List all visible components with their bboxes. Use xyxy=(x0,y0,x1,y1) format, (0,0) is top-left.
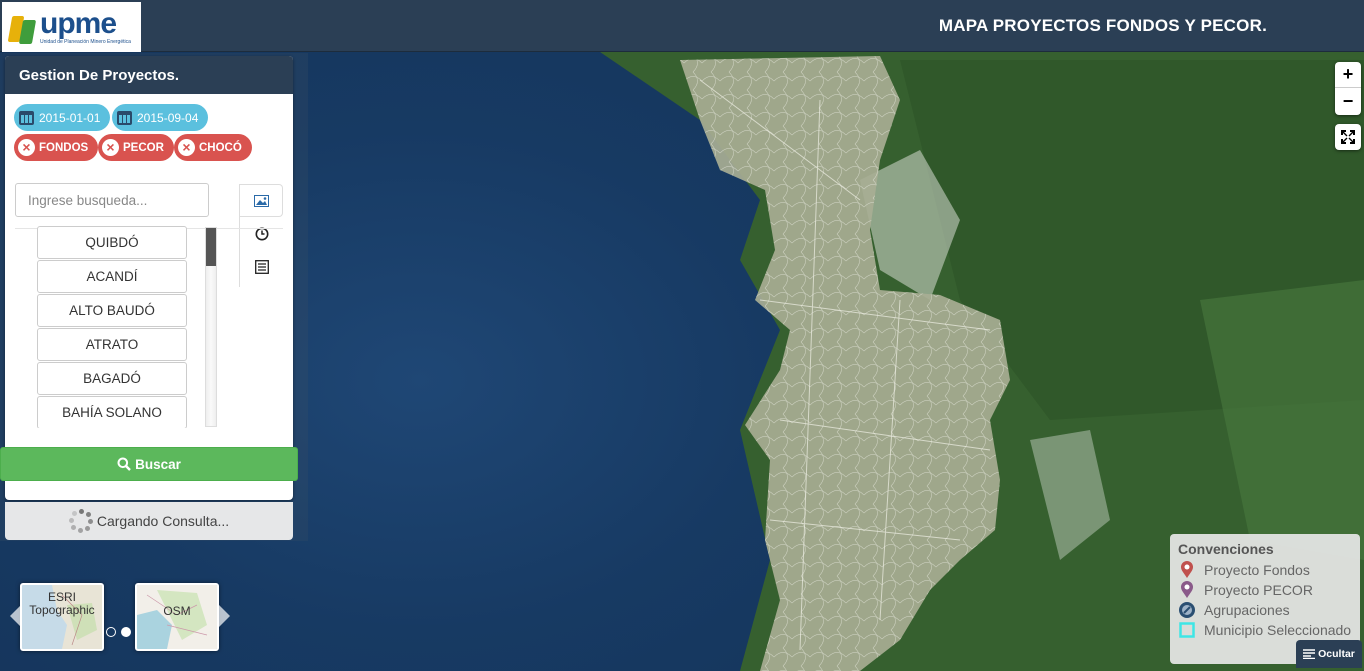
list-item[interactable]: QUIBDÓ xyxy=(37,226,187,259)
legend-label: Proyecto Fondos xyxy=(1204,562,1310,578)
fullscreen-button[interactable] xyxy=(1335,124,1361,150)
filter-chip-fondos[interactable]: × FONDOS xyxy=(14,134,99,161)
logo-word: upme xyxy=(40,7,117,40)
top-bar: upme Unidad de Planeación Minero Energét… xyxy=(0,0,1364,52)
scrollbar-thumb[interactable] xyxy=(206,228,216,266)
marker-red-icon xyxy=(1178,561,1196,579)
legend-item: Municipio Seleccionado xyxy=(1178,620,1352,640)
page-title: MAPA PROYECTOS FONDOS Y PECOR. xyxy=(938,16,1267,35)
calendar-icon xyxy=(116,109,133,126)
pager-dot-active[interactable] xyxy=(121,627,131,637)
image-icon xyxy=(253,194,269,207)
close-circle-icon[interactable]: × xyxy=(102,139,119,156)
search-icon xyxy=(117,457,131,471)
loading-label: Cargando Consulta... xyxy=(96,513,230,529)
list-item[interactable]: BAHÍA SOLANO xyxy=(37,396,187,428)
municipio-list: QUIBDÓ ACANDÍ ALTO BAUDÓ ATRATO BAGADÓ B… xyxy=(37,226,187,428)
legend-item: Proyecto PECOR xyxy=(1178,580,1352,600)
list-item[interactable]: ACANDÍ xyxy=(37,260,187,293)
calendar-icon xyxy=(18,109,35,126)
basemap-label: ESRI Topographic xyxy=(29,590,95,617)
search-input[interactable] xyxy=(15,183,209,217)
list-item[interactable]: ATRATO xyxy=(37,328,187,361)
list-item[interactable]: BAGADÓ xyxy=(37,362,187,395)
legend-label: Municipio Seleccionado xyxy=(1204,622,1352,638)
ocultar-label: Ocultar xyxy=(1318,648,1355,660)
basemap-prev-icon[interactable] xyxy=(10,604,22,628)
basemap-next-icon[interactable] xyxy=(218,604,230,628)
panel-tabs xyxy=(239,184,283,287)
project-panel: Gestion De Proyectos. 2015-01-01 2015-09… xyxy=(5,56,293,500)
legend-label: Agrupaciones xyxy=(1204,602,1290,618)
zoom-control: + − xyxy=(1335,62,1361,115)
list-scrollbar[interactable] xyxy=(205,227,217,427)
basemap-label: OSM xyxy=(163,604,191,618)
filter-label: CHOCÓ xyxy=(199,141,242,154)
square-cyan-icon xyxy=(1178,621,1196,639)
zoom-in-button[interactable]: + xyxy=(1335,62,1361,88)
zoom-out-button[interactable]: − xyxy=(1335,88,1361,114)
buscar-button[interactable]: Buscar xyxy=(0,447,298,481)
tab-image[interactable] xyxy=(240,184,283,217)
upme-logo[interactable]: upme Unidad de Planeación Minero Energét… xyxy=(2,2,141,52)
close-circle-icon[interactable]: × xyxy=(18,139,35,156)
filter-chip-choco[interactable]: × CHOCÓ xyxy=(174,134,252,161)
filter-label: FONDOS xyxy=(39,141,89,154)
marker-purple-icon xyxy=(1178,581,1196,599)
filter-chip-pecor[interactable]: × PECOR xyxy=(98,134,174,161)
filter-label: PECOR xyxy=(123,141,164,154)
basemap-esri-topographic[interactable]: ESRI Topographic xyxy=(20,583,104,651)
menu-icon xyxy=(1303,649,1316,659)
start-date-chip[interactable]: 2015-01-01 xyxy=(14,104,111,131)
close-circle-icon[interactable]: × xyxy=(178,139,195,156)
basemap-osm[interactable]: OSM xyxy=(135,583,219,651)
end-date-chip[interactable]: 2015-09-04 xyxy=(112,104,209,131)
logo-subtitle: Unidad de Planeación Minero Energética xyxy=(40,39,131,45)
legend-label: Proyecto PECOR xyxy=(1204,582,1313,598)
legend-item: Proyecto Fondos xyxy=(1178,560,1352,580)
ocultar-button[interactable]: Ocultar xyxy=(1296,640,1362,668)
end-date-label: 2015-09-04 xyxy=(137,110,199,125)
legend-title: Convenciones xyxy=(1178,541,1274,557)
list-item[interactable]: ALTO BAUDÓ xyxy=(37,294,187,327)
pager-dot[interactable] xyxy=(106,627,116,637)
fullscreen-icon xyxy=(1341,130,1355,144)
loading-status: Cargando Consulta... xyxy=(5,502,293,540)
spinner-icon xyxy=(68,509,93,533)
panel-title: Gestion De Proyectos. xyxy=(5,56,293,94)
logo-mark-icon xyxy=(7,10,37,44)
tab-history[interactable] xyxy=(240,217,283,250)
legend-item: Agrupaciones xyxy=(1178,600,1352,620)
cluster-icon xyxy=(1178,601,1196,619)
buscar-label: Buscar xyxy=(135,456,181,472)
tab-list[interactable] xyxy=(240,250,283,283)
list-icon xyxy=(254,259,269,274)
start-date-label: 2015-01-01 xyxy=(39,110,101,125)
